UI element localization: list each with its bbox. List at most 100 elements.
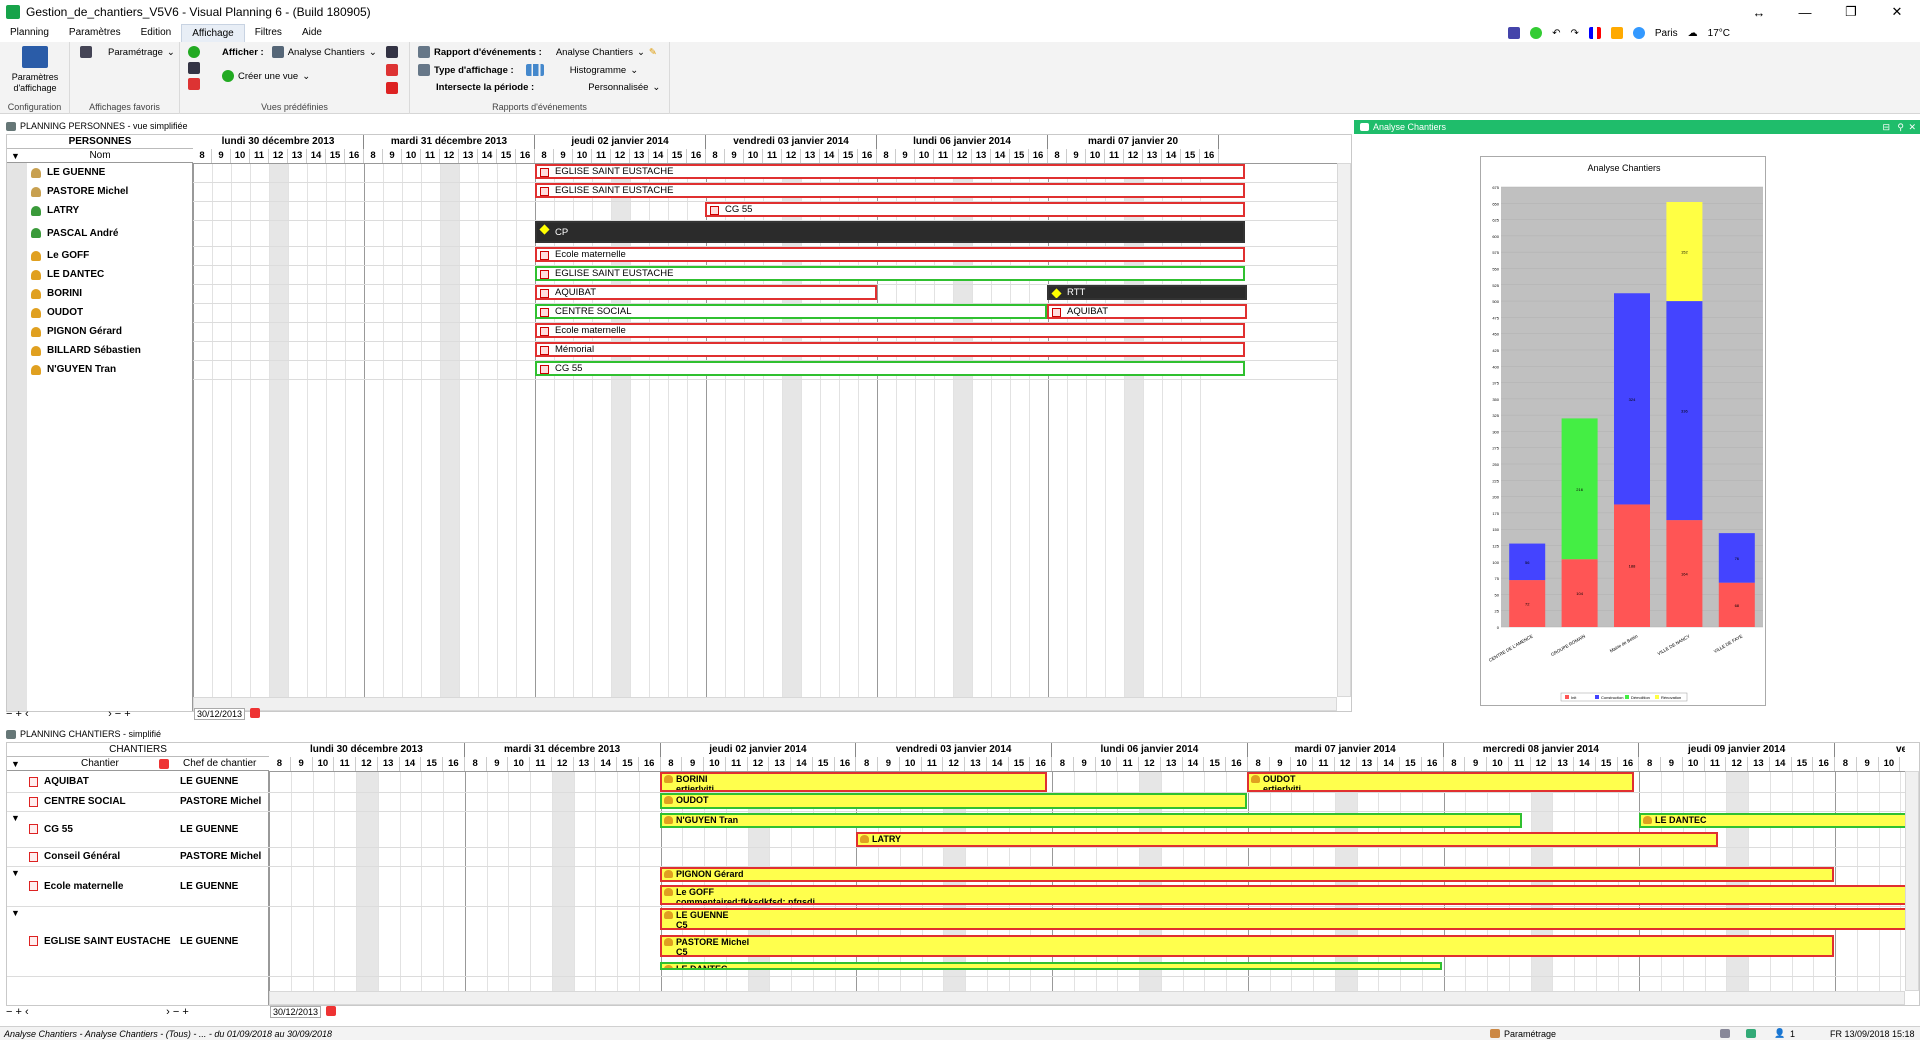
top-horizontal-scrollbar[interactable] <box>193 697 1337 711</box>
person-row[interactable]: BILLARD Sébastien <box>31 341 141 360</box>
assignment-bar[interactable]: OUDOT ertjerlyitj <box>1247 772 1634 792</box>
event-bar[interactable]: Mémorial <box>535 342 1245 357</box>
person-row[interactable]: Le GOFF <box>31 246 89 265</box>
site-icon <box>540 365 549 374</box>
menu-planning[interactable]: Planning <box>0 24 59 42</box>
event-bar[interactable]: AQUIBAT <box>535 285 877 300</box>
afficher-dropdown[interactable]: Analyse Chantiers <box>288 47 365 58</box>
event-bar[interactable]: CENTRE SOCIAL <box>535 304 1047 319</box>
undo-icon[interactable]: ↶ <box>1552 28 1560 39</box>
top-date-field[interactable]: 30/12/2013 <box>194 708 246 720</box>
add-icon[interactable] <box>188 46 200 58</box>
event-bar[interactable]: EGLISE SAINT EUSTACHE <box>535 183 1245 198</box>
person-row[interactable]: BORINI <box>31 284 82 303</box>
site-row[interactable]: Conseil Général PASTORE Michel <box>29 847 261 866</box>
sort-icon[interactable]: ▼ <box>11 757 20 771</box>
person-row[interactable]: PASCAL André <box>31 220 119 246</box>
column-header-nom[interactable]: ▼ Nom <box>7 149 193 163</box>
assignment-bar[interactable]: PIGNON Gérard <box>660 867 1834 882</box>
bottom-horizontal-scrollbar[interactable] <box>269 991 1905 1005</box>
layout-icon[interactable] <box>1720 1029 1730 1038</box>
minimize-button[interactable]: — <box>1782 0 1828 24</box>
event-bar[interactable]: EGLISE SAINT EUSTACHE <box>535 164 1245 179</box>
event-bar[interactable]: RTT <box>1047 285 1247 300</box>
list-icon[interactable] <box>1746 1029 1756 1038</box>
filter-icon[interactable] <box>159 759 169 769</box>
column-header-chantier[interactable]: Chantier <box>81 757 119 771</box>
dock-icon[interactable]: ⚲ <box>1897 122 1904 133</box>
save-icon[interactable] <box>386 46 398 58</box>
redo-icon[interactable]: ↷ <box>1570 28 1578 39</box>
site-row[interactable]: CENTRE SOCIAL PASTORE Michel <box>29 792 261 811</box>
bottom-vertical-scrollbar[interactable] <box>1905 771 1919 991</box>
event-bar[interactable]: CG 55 <box>705 202 1245 217</box>
bottom-nav-controls[interactable]: − + ‹ › − + <box>6 1006 189 1018</box>
sort-icon[interactable]: ▼ <box>11 149 20 163</box>
close-button[interactable]: ✕ <box>1874 0 1920 24</box>
maximize-button[interactable]: ❐ <box>1828 0 1874 24</box>
pin-icon[interactable]: ⊟ <box>1882 122 1890 133</box>
assignment-bar[interactable]: OUDOT <box>660 793 1247 809</box>
event-bar[interactable]: Ecole maternelle <box>535 323 1245 338</box>
swap-icon[interactable]: ↔ <box>1736 0 1782 24</box>
assignment-bar[interactable]: LE GUENNE C5 <box>660 908 1905 930</box>
expand-icon[interactable]: ▼ <box>11 868 20 878</box>
menu-affichage[interactable]: Affichage <box>181 24 245 42</box>
display-settings-button[interactable]: Paramètres d'affichage <box>0 72 70 94</box>
calendar-icon[interactable] <box>326 1006 336 1016</box>
site-row[interactable]: EGLISE SAINT EUSTACHE LE GUENNE <box>29 906 238 976</box>
close-icon[interactable] <box>386 82 398 94</box>
display-settings-icon[interactable] <box>22 46 48 68</box>
event-bar[interactable]: AQUIBAT <box>1047 304 1247 319</box>
person-row[interactable]: N'GUYEN Tran <box>31 360 116 379</box>
menu-aide[interactable]: Aide <box>292 24 332 42</box>
close-icon[interactable]: ✕ <box>1908 122 1916 133</box>
assignment-bar[interactable]: LE DANTEC <box>660 962 1442 970</box>
event-bar[interactable]: CG 55 <box>535 361 1245 376</box>
grid-line <box>402 163 403 697</box>
save-icon[interactable] <box>188 62 200 74</box>
expand-icon[interactable]: ▼ <box>11 908 20 918</box>
intersecte-dropdown[interactable]: Personnalisée <box>588 82 648 93</box>
site-row[interactable]: Ecole maternelle LE GUENNE <box>29 866 238 906</box>
globe-icon[interactable] <box>1632 27 1645 39</box>
column-header-chef[interactable]: Chef de chantier <box>183 757 256 771</box>
rapport-dropdown[interactable]: Analyse Chantiers <box>556 47 633 58</box>
trash-icon[interactable] <box>386 64 398 76</box>
assignment-bar[interactable]: PASTORE Michel C5 <box>660 935 1834 957</box>
pencil-icon[interactable]: ✎ <box>649 47 657 58</box>
top-vertical-scrollbar[interactable] <box>1337 163 1351 697</box>
grid-line <box>725 163 726 697</box>
persons-header: PERSONNES <box>7 135 193 149</box>
parametrage-dropdown[interactable]: Paramétrage ⌄ <box>80 46 175 58</box>
site-row[interactable]: AQUIBAT LE GUENNE <box>29 771 238 792</box>
person-row[interactable]: LE DANTEC <box>31 265 104 284</box>
calendar-icon[interactable] <box>250 708 260 718</box>
menu-filtres[interactable]: Filtres <box>245 24 292 42</box>
event-bar[interactable]: Ecole maternelle <box>535 247 1245 262</box>
person-row[interactable]: LATRY <box>31 201 79 220</box>
create-view-button[interactable]: Créer une vue ⌄ <box>222 70 310 82</box>
expand-icon[interactable]: ▼ <box>11 813 20 823</box>
person-row[interactable]: OUDOT <box>31 303 83 322</box>
assignment-bar[interactable]: N'GUYEN Tran <box>660 813 1522 828</box>
menu-parametres[interactable]: Paramètres <box>59 24 131 42</box>
person-row[interactable]: LE GUENNE <box>31 163 105 182</box>
bottom-date-field[interactable]: 30/12/2013 <box>270 1006 322 1018</box>
event-bar[interactable]: EGLISE SAINT EUSTACHE <box>535 266 1245 281</box>
assignment-bar[interactable]: Le GOFF commentaired:fkksdkfsd;,nfgsdj <box>660 885 1905 905</box>
person-row[interactable]: PASTORE Michel <box>31 182 128 201</box>
event-bar[interactable]: CP <box>535 221 1245 243</box>
site-row[interactable]: CG 55 LE GUENNE <box>29 811 238 847</box>
status-icon[interactable] <box>1530 27 1543 39</box>
menu-edition[interactable]: Edition <box>131 24 182 42</box>
assignment-bar[interactable]: LATRY <box>856 832 1718 847</box>
person-row[interactable]: PIGNON Gérard <box>31 322 122 341</box>
monitor-icon[interactable] <box>1508 27 1521 39</box>
assignment-bar[interactable]: BORINI ertjerlyitj <box>660 772 1047 792</box>
flag-icon[interactable] <box>1588 27 1601 39</box>
type-dropdown[interactable]: Histogramme <box>570 65 627 76</box>
delete-icon[interactable] <box>188 78 200 90</box>
key-icon[interactable] <box>1610 27 1623 39</box>
assignment-bar[interactable]: LE DANTEC <box>1639 813 1905 828</box>
